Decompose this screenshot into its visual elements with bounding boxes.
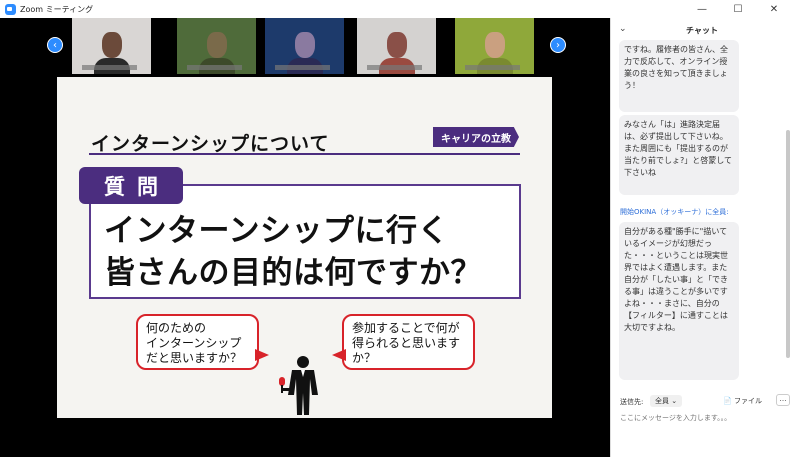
title-divider xyxy=(89,153,520,155)
participant-thumbnail[interactable] xyxy=(455,18,534,74)
more-options-button[interactable]: … xyxy=(776,394,790,406)
brand-badge: キャリアの立教 xyxy=(433,127,519,147)
speech-bubble-right-tail xyxy=(332,349,346,361)
window-controls: — ☐ ✕ xyxy=(684,0,792,18)
zoom-app-icon xyxy=(5,3,16,15)
participant-name-bar xyxy=(367,65,422,70)
participant-name-bar xyxy=(465,65,520,70)
speech-bubble-left-text: 何のための インターンシップ だと思いますか？ xyxy=(146,321,243,365)
chat-title: チャット xyxy=(686,26,718,35)
participant-name-bar xyxy=(82,65,137,70)
shared-slide: インターンシップについて キャリアの立教 質問 インターンシップに行く 皆さんの… xyxy=(57,77,552,418)
chat-message-input[interactable] xyxy=(620,412,786,424)
send-to-label: 送信先: xyxy=(620,398,644,406)
chat-scrollbar[interactable] xyxy=(786,130,790,358)
send-to-row: 送信先: 全員 ⌄ 📄 ファイル … xyxy=(620,394,790,409)
chat-message: 自分がある種"勝手に"描いているイメージが幻想だった・・・ということは現実世界で… xyxy=(619,222,739,380)
participant-face xyxy=(102,32,122,58)
chat-sender-line: 開始OKINA（オッキーナ）に全員: xyxy=(620,208,729,216)
slide-title: インターンシップについて xyxy=(91,134,330,155)
title-bar: Zoom ミーティング — ☐ ✕ xyxy=(0,0,792,18)
participant-thumbnail[interactable] xyxy=(177,18,256,74)
speech-bubble-left-tail xyxy=(255,349,269,361)
close-button[interactable]: ✕ xyxy=(756,0,792,18)
speech-bubble-left: 何のための インターンシップ だと思いますか？ xyxy=(136,314,259,370)
chat-panel: ⌄ チャット ですね。履修者の皆さん、全力で反応して、オンライン授業の良さを知っ… xyxy=(610,18,792,457)
participant-thumbnail[interactable] xyxy=(357,18,436,74)
speech-bubble-right: 参加することで何が 得られると思います か？ xyxy=(342,314,475,370)
question-tab: 質問 xyxy=(79,167,183,204)
zoom-window: Zoom ミーティング — ☐ ✕ ‹ › インターンシップについて キャリアの… xyxy=(0,0,792,457)
participant-name-bar xyxy=(187,65,242,70)
gallery-next-button[interactable]: › xyxy=(550,37,566,53)
file-button[interactable]: 📄 ファイル xyxy=(723,396,762,406)
participant-thumbnail[interactable] xyxy=(265,18,344,74)
participant-face xyxy=(295,32,315,58)
question-line-1: インターンシップに行く xyxy=(104,213,449,248)
participant-name-bar xyxy=(275,65,330,70)
chat-message: ですね。履修者の皆さん、全力で反応して、オンライン授業の良さを知って頂きましょう… xyxy=(619,40,739,112)
participant-face xyxy=(207,32,227,58)
recipient-dropdown[interactable]: 全員 ⌄ xyxy=(650,395,683,407)
question-line-2: 皆さんの目的は何ですか？ xyxy=(104,255,482,290)
chat-message: みなさん「は」進路決定届は、必ず提出して下さいね。また周囲にも「提出するのが当た… xyxy=(619,115,739,195)
speech-bubble-right-text: 参加することで何が 得られると思います か？ xyxy=(352,321,461,365)
participant-thumbnail[interactable] xyxy=(72,18,151,74)
participant-face xyxy=(485,32,505,58)
window-title: Zoom ミーティング xyxy=(20,4,94,14)
chat-header: ⌄ チャット xyxy=(611,18,792,42)
gallery-prev-button[interactable]: ‹ xyxy=(47,37,63,53)
maximize-button[interactable]: ☐ xyxy=(720,0,756,18)
minimize-button[interactable]: — xyxy=(684,0,720,18)
participant-face xyxy=(387,32,407,58)
interviewer-figure-icon xyxy=(279,356,318,415)
